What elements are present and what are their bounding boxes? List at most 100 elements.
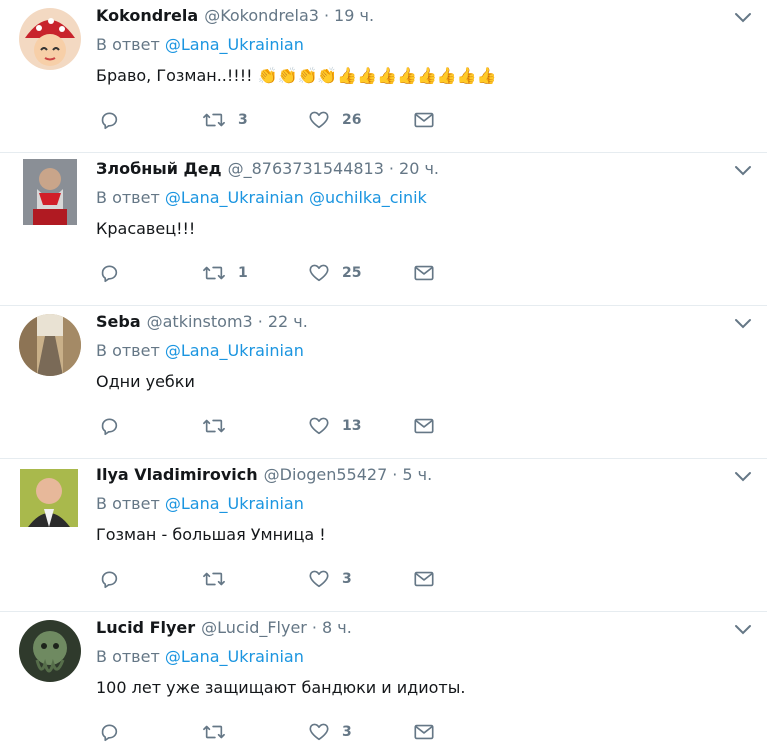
display-name[interactable]: Злобный Дед xyxy=(96,159,222,178)
reply-icon xyxy=(101,265,118,283)
timestamp[interactable]: 20 ч. xyxy=(399,159,439,178)
heart-icon xyxy=(309,417,329,435)
timestamp[interactable]: 22 ч. xyxy=(268,312,308,331)
mention-link[interactable]: @Lana_Ukrainian xyxy=(165,647,304,666)
separator-dot: · xyxy=(323,5,330,25)
user-handle[interactable]: @_8763731544813 xyxy=(228,159,384,178)
heart-icon xyxy=(309,111,329,129)
reply-icon xyxy=(101,571,118,589)
retweet-count: 3 xyxy=(238,112,248,128)
user-handle[interactable]: @atkinstom3 xyxy=(147,312,253,331)
direct-message-button[interactable] xyxy=(413,260,435,286)
envelope-icon xyxy=(414,724,434,740)
heart-icon xyxy=(309,264,329,282)
timestamp[interactable]: 5 ч. xyxy=(402,465,432,484)
tweet[interactable]: Злобный Дед @_8763731544813 · 20 ч. В от… xyxy=(0,153,767,306)
like-button[interactable]: 13 xyxy=(308,413,361,439)
reply-context: В ответ @Lana_Ukrainian xyxy=(96,35,304,54)
separator-dot: · xyxy=(311,617,317,637)
mention-link[interactable]: @Lana_Ukrainian xyxy=(165,188,304,207)
direct-message-button[interactable] xyxy=(413,719,435,745)
mention-link[interactable]: @Lana_Ukrainian xyxy=(165,35,304,54)
direct-message-button[interactable] xyxy=(413,566,435,592)
chevron-down-icon[interactable] xyxy=(733,622,753,638)
user-handle[interactable]: @Diogen55427 xyxy=(264,465,388,484)
avatar[interactable] xyxy=(23,159,77,225)
retweet-button[interactable]: 1 xyxy=(202,260,248,286)
tweet-actions: 1 25 xyxy=(98,260,438,286)
envelope-icon xyxy=(414,418,434,434)
reply-button[interactable] xyxy=(98,107,132,133)
mention-link[interactable]: @uchilka_cinik xyxy=(309,188,427,207)
retweet-button[interactable] xyxy=(202,719,238,745)
tweet-text: Одни уебки xyxy=(96,372,195,391)
reply-prefix: В ответ xyxy=(96,494,160,513)
direct-message-button[interactable] xyxy=(413,107,435,133)
avatar[interactable] xyxy=(20,469,78,527)
reply-context: В ответ @Lana_Ukrainian xyxy=(96,341,304,360)
retweet-button[interactable] xyxy=(202,413,238,439)
envelope-icon xyxy=(414,112,434,128)
timestamp[interactable]: 8 ч. xyxy=(322,618,352,637)
reply-context: В ответ @Lana_Ukrainian xyxy=(96,494,304,513)
avatar[interactable] xyxy=(19,314,81,376)
like-count: 26 xyxy=(342,112,362,128)
separator-dot: · xyxy=(392,464,398,484)
retweet-icon xyxy=(203,725,225,739)
retweet-icon xyxy=(203,572,225,586)
display-name[interactable]: Lucid Flyer xyxy=(96,618,195,637)
reply-context: В ответ @Lana_Ukrainian xyxy=(96,647,304,666)
tweet-text: Гозман - большая Умница ! xyxy=(96,525,326,544)
like-count: 25 xyxy=(342,265,362,281)
user-handle[interactable]: @Lucid_Flyer xyxy=(201,618,307,637)
reply-prefix: В ответ xyxy=(96,35,160,54)
retweet-icon xyxy=(203,266,225,280)
chevron-down-icon[interactable] xyxy=(733,163,753,179)
reply-button[interactable] xyxy=(98,719,132,745)
tweet-actions: 3 26 xyxy=(98,107,438,133)
tweet-actions: 3 xyxy=(98,719,438,745)
envelope-icon xyxy=(414,571,434,587)
chevron-down-icon[interactable] xyxy=(733,10,753,26)
separator-dot: · xyxy=(257,311,263,331)
tweet[interactable]: Kokondrela @Kokondrela3 · 19 ч. В ответ … xyxy=(0,0,767,153)
like-button[interactable]: 26 xyxy=(308,107,361,133)
retweet-button[interactable] xyxy=(202,566,238,592)
reply-button[interactable] xyxy=(98,413,132,439)
like-button[interactable]: 3 xyxy=(308,719,352,745)
display-name[interactable]: Kokondrela xyxy=(96,6,198,25)
like-count: 3 xyxy=(342,571,352,587)
tweet[interactable]: Lucid Flyer @Lucid_Flyer · 8 ч. В ответ … xyxy=(0,612,767,755)
reply-prefix: В ответ xyxy=(96,647,160,666)
tweet-text: Красавец!!! xyxy=(96,219,196,238)
mention-link[interactable]: @Lana_Ukrainian xyxy=(165,341,304,360)
display-name[interactable]: Seba xyxy=(96,312,141,331)
like-button[interactable]: 25 xyxy=(308,260,361,286)
display-name[interactable]: Ilya Vladimirovich xyxy=(96,465,258,484)
reply-icon xyxy=(101,724,118,742)
direct-message-button[interactable] xyxy=(413,413,435,439)
retweet-count: 1 xyxy=(238,265,248,281)
avatar[interactable] xyxy=(19,620,81,682)
tweet[interactable]: Ilya Vladimirovich @Diogen55427 · 5 ч. В… xyxy=(0,459,767,612)
chevron-down-icon[interactable] xyxy=(733,469,753,485)
heart-icon xyxy=(309,723,329,741)
mention-link[interactable]: @Lana_Ukrainian xyxy=(165,494,304,513)
like-button[interactable]: 3 xyxy=(308,566,352,592)
tweet[interactable]: Seba @atkinstom3 · 22 ч. В ответ @Lana_U… xyxy=(0,306,767,459)
separator-dot: · xyxy=(388,158,395,178)
timestamp[interactable]: 19 ч. xyxy=(334,6,374,25)
avatar[interactable] xyxy=(19,8,81,70)
retweet-icon xyxy=(203,419,225,433)
reply-button[interactable] xyxy=(98,260,132,286)
reply-button[interactable] xyxy=(98,566,132,592)
reply-icon xyxy=(101,112,118,130)
heart-icon xyxy=(309,570,329,588)
user-handle[interactable]: @Kokondrela3 xyxy=(204,6,319,25)
reply-prefix: В ответ xyxy=(96,341,160,360)
like-count: 13 xyxy=(342,418,362,434)
retweet-button[interactable]: 3 xyxy=(202,107,248,133)
reply-icon xyxy=(101,418,118,436)
chevron-down-icon[interactable] xyxy=(733,316,753,332)
retweet-icon xyxy=(203,113,225,127)
